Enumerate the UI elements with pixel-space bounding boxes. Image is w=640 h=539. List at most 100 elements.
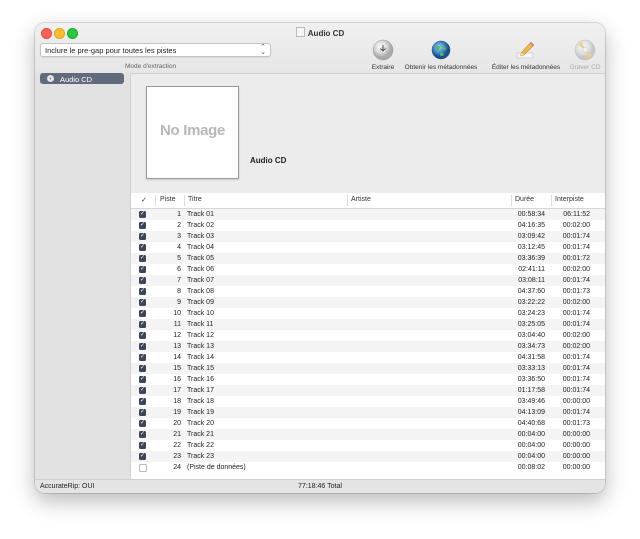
extraction-mode-caption: Mode d'extraction	[125, 63, 177, 70]
track-title[interactable]: Track 04	[187, 244, 214, 251]
track-number: 20	[173, 419, 181, 427]
track-checkbox[interactable]: ✓	[139, 310, 146, 317]
track-checkbox[interactable]	[139, 464, 147, 472]
track-checkbox[interactable]: ✓	[139, 288, 146, 295]
burn-cd-button[interactable]: Graver CD	[569, 39, 601, 71]
track-title[interactable]: Track 02	[187, 222, 214, 229]
status-bar: AccurateRip: OUI 77:18:46 Total	[35, 479, 605, 493]
track-title[interactable]: Track 14	[187, 354, 214, 361]
track-checkbox[interactable]: ✓	[139, 343, 146, 350]
table-row[interactable]: ✓ 10 Track 10 03:24:23 00:01:74	[131, 308, 605, 319]
table-row[interactable]: ✓ 20 Track 20 04:40:68 00:01:73	[131, 418, 605, 429]
album-title: Audio CD	[250, 156, 287, 165]
track-checkbox[interactable]: ✓	[139, 409, 146, 416]
track-title[interactable]: Track 10	[187, 310, 214, 317]
table-row[interactable]: ✓ 15 Track 15 03:33:13 00:01:74	[131, 363, 605, 374]
track-title[interactable]: Track 06	[187, 266, 214, 273]
track-checkbox[interactable]: ✓	[139, 233, 146, 240]
track-title[interactable]: Track 20	[187, 420, 214, 427]
track-checkbox[interactable]: ✓	[139, 453, 146, 460]
header-title[interactable]: Titre	[188, 196, 202, 203]
track-checkbox[interactable]: ✓	[139, 354, 146, 361]
header-pregap[interactable]: Interpiste	[555, 196, 584, 203]
table-row[interactable]: ✓ 21 Track 21 00:04:00 00:00:00	[131, 429, 605, 440]
table-row[interactable]: ✓ 14 Track 14 04:31:58 00:01:74	[131, 352, 605, 363]
track-checkbox[interactable]: ✓	[139, 431, 146, 438]
track-checkbox[interactable]: ✓	[139, 299, 146, 306]
track-checkbox[interactable]: ✓	[139, 266, 146, 273]
track-title[interactable]: (Piste de données)	[187, 464, 246, 471]
table-row[interactable]: ✓ 7 Track 07 03:08:11 00:01:74	[131, 275, 605, 286]
track-title[interactable]: Track 07	[187, 277, 214, 284]
track-title[interactable]: Track 13	[187, 343, 214, 350]
track-pregap: 00:01:74	[562, 232, 590, 240]
track-checkbox[interactable]: ✓	[139, 255, 146, 262]
track-checkbox[interactable]: ✓	[139, 376, 146, 383]
track-title[interactable]: Track 22	[187, 442, 214, 449]
track-table: ✓ Piste Titre Artiste Durée Interpiste ✓…	[131, 193, 605, 479]
track-title[interactable]: Track 03	[187, 233, 214, 240]
track-pregap: 00:01:74	[562, 320, 590, 328]
edit-metadata-button[interactable]: Éditer les métadonnées	[492, 39, 560, 71]
table-row[interactable]: ✓ 19 Track 19 04:13:09 00:01:74	[131, 407, 605, 418]
track-checkbox[interactable]: ✓	[139, 222, 146, 229]
track-checkbox[interactable]: ✓	[139, 332, 146, 339]
track-title[interactable]: Track 12	[187, 332, 214, 339]
table-row[interactable]: ✓ 23 Track 23 00:04:00 00:00:00	[131, 451, 605, 462]
track-checkbox[interactable]: ✓	[139, 365, 146, 372]
table-row[interactable]: ✓ 9 Track 09 03:22:22 00:02:00	[131, 297, 605, 308]
extract-button[interactable]: Extraire	[372, 39, 394, 71]
track-number: 5	[177, 254, 181, 262]
track-title[interactable]: Track 21	[187, 431, 214, 438]
track-pregap: 00:01:73	[562, 287, 590, 295]
track-title[interactable]: Track 17	[187, 387, 214, 394]
table-row[interactable]: ✓ 16 Track 16 03:36:50 00:01:74	[131, 374, 605, 385]
table-row[interactable]: ✓ 11 Track 11 03:25:05 00:01:74	[131, 319, 605, 330]
track-title[interactable]: Track 15	[187, 365, 214, 372]
header-duration[interactable]: Durée	[515, 196, 534, 203]
table-row[interactable]: ✓ 18 Track 18 03:49:46 00:00:00	[131, 396, 605, 407]
get-metadata-button[interactable]: Obtenir les métadonnées	[405, 39, 477, 71]
table-row[interactable]: ✓ 22 Track 22 00:04:00 00:00:00	[131, 440, 605, 451]
chevron-updown-icon: ⌃ ⌄	[260, 44, 266, 56]
table-row[interactable]: ✓ 6 Track 06 02:41:11 00:02:00	[131, 264, 605, 275]
sidebar-item-audio-cd[interactable]: Audio CD	[40, 73, 124, 84]
track-title[interactable]: Track 05	[187, 255, 214, 262]
track-checkbox[interactable]: ✓	[139, 398, 146, 405]
table-row[interactable]: ✓ 17 Track 17 01:17:58 00:01:74	[131, 385, 605, 396]
table-row[interactable]: ✓ 2 Track 02 04:16:35 00:02:00	[131, 220, 605, 231]
track-title[interactable]: Track 16	[187, 376, 214, 383]
track-checkbox[interactable]: ✓	[139, 387, 146, 394]
toolbar: Audio CD Inclure le pre-gap pour toutes …	[35, 23, 605, 74]
table-row[interactable]: ✓ 5 Track 05 03:36:39 00:01:72	[131, 253, 605, 264]
track-checkbox[interactable]: ✓	[139, 277, 146, 284]
header-track[interactable]: Piste	[160, 196, 176, 203]
track-title[interactable]: Track 08	[187, 288, 214, 295]
track-checkbox[interactable]: ✓	[139, 244, 146, 251]
track-title[interactable]: Track 19	[187, 409, 214, 416]
track-title[interactable]: Track 18	[187, 398, 214, 405]
header-check[interactable]: ✓	[141, 196, 147, 204]
track-pregap: 06:11:52	[563, 210, 590, 218]
track-pregap: 00:01:74	[562, 243, 590, 251]
track-checkbox[interactable]: ✓	[139, 420, 146, 427]
table-row[interactable]: ✓ 12 Track 12 03:04:40 00:02:00	[131, 330, 605, 341]
table-row[interactable]: 24 (Piste de données) 00:08:02 00:00:00	[131, 462, 605, 473]
track-pregap: 00:00:00	[562, 430, 590, 438]
table-row[interactable]: ✓ 1 Track 01 00:58:34 06:11:52	[131, 209, 605, 220]
track-checkbox[interactable]: ✓	[139, 442, 146, 449]
table-row[interactable]: ✓ 3 Track 03 03:09:42 00:01:74	[131, 231, 605, 242]
track-title[interactable]: Track 23	[187, 453, 214, 460]
table-row[interactable]: ✓ 8 Track 08 04:37:60 00:01:73	[131, 286, 605, 297]
album-cover[interactable]: No Image	[146, 86, 239, 179]
track-number: 11	[173, 320, 181, 328]
table-row[interactable]: ✓ 4 Track 04 03:12:45 00:01:74	[131, 242, 605, 253]
header-artist[interactable]: Artiste	[351, 196, 371, 203]
track-title[interactable]: Track 11	[187, 321, 213, 328]
track-title[interactable]: Track 09	[187, 299, 214, 306]
track-title[interactable]: Track 01	[187, 211, 214, 218]
track-checkbox[interactable]: ✓	[139, 321, 146, 328]
table-row[interactable]: ✓ 13 Track 13 03:34:73 00:02:00	[131, 341, 605, 352]
extraction-mode-select[interactable]: Inclure le pre-gap pour toutes les piste…	[40, 43, 271, 57]
track-checkbox[interactable]: ✓	[139, 211, 146, 218]
